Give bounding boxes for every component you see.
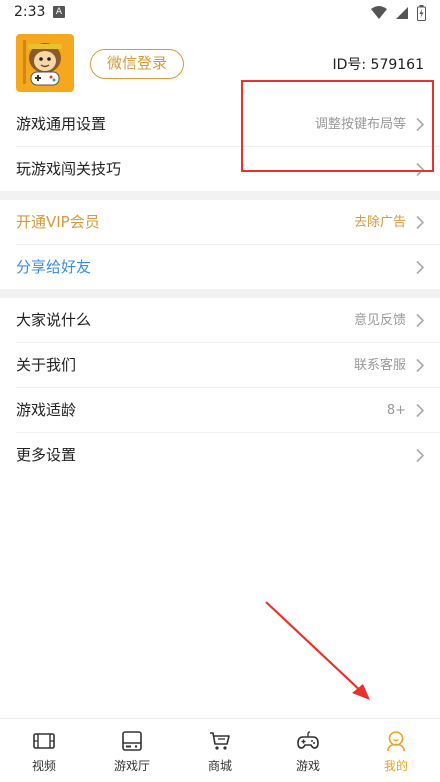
video-icon bbox=[33, 733, 55, 749]
menu-item-label: 游戏适龄 bbox=[16, 401, 77, 419]
avatar[interactable] bbox=[16, 34, 74, 92]
menu-item-game-tips[interactable]: 玩游戏闯关技巧 bbox=[0, 147, 440, 192]
signal-icon bbox=[396, 7, 408, 19]
menu-item-value: 8+ bbox=[386, 403, 406, 418]
tab-games[interactable]: 游戏 bbox=[264, 719, 352, 782]
battery-icon bbox=[417, 5, 426, 21]
wifi-icon bbox=[371, 6, 387, 19]
chevron-right-icon bbox=[416, 358, 425, 373]
section-gap bbox=[0, 191, 440, 200]
user-id: ID号: 579161 bbox=[332, 54, 424, 74]
chevron-right-icon bbox=[416, 448, 425, 463]
tab-mine[interactable]: 我的 bbox=[352, 719, 440, 782]
status-time: 2:33 bbox=[14, 4, 46, 20]
tab-shop[interactable]: 商城 bbox=[176, 719, 264, 782]
tab-label: 游戏厅 bbox=[113, 759, 150, 773]
status-icons bbox=[371, 4, 426, 22]
status-bar: 2:33 A bbox=[0, 0, 440, 26]
annotation-arrow-icon bbox=[265, 601, 370, 700]
chevron-right-icon bbox=[416, 117, 425, 132]
tab-label: 商城 bbox=[207, 759, 232, 773]
notification-a-icon: A bbox=[53, 6, 65, 18]
menu-item-vip[interactable]: 开通VIP会员 去除广告 bbox=[0, 200, 440, 245]
menu-item-label: 分享给好友 bbox=[16, 258, 92, 276]
chevron-right-icon bbox=[416, 162, 425, 177]
cart-icon bbox=[210, 732, 230, 750]
gamepad-icon bbox=[297, 731, 319, 749]
bottom-tab-bar: 视频 游戏厅 商城 游戏 我的 bbox=[0, 718, 440, 782]
menu-item-label: 关于我们 bbox=[16, 356, 77, 374]
chevron-right-icon bbox=[416, 313, 425, 328]
chevron-right-icon bbox=[416, 260, 425, 275]
chevron-right-icon bbox=[416, 403, 425, 418]
monkey-avatar-icon bbox=[16, 34, 74, 92]
menu-item-game-settings[interactable]: 游戏通用设置 调整按键布局等 bbox=[0, 102, 440, 147]
profile-header: 微信登录 ID号: 579161 bbox=[0, 26, 440, 102]
user-id-value: 579161 bbox=[370, 57, 424, 73]
tab-arcade[interactable]: 游戏厅 bbox=[88, 719, 176, 782]
section-gap bbox=[0, 289, 440, 298]
wechat-login-button[interactable]: 微信登录 bbox=[90, 49, 184, 79]
menu-item-label: 开通VIP会员 bbox=[16, 213, 100, 231]
chevron-right-icon bbox=[416, 215, 425, 230]
menu-item-label: 玩游戏闯关技巧 bbox=[16, 160, 122, 178]
tab-label: 游戏 bbox=[295, 759, 320, 773]
menu-item-value: 联系客服 bbox=[353, 358, 406, 373]
arcade-icon bbox=[122, 731, 142, 751]
profile-icon bbox=[387, 731, 405, 752]
menu-item-value: 意见反馈 bbox=[353, 313, 406, 328]
menu-item-value: 调整按键布局等 bbox=[314, 117, 406, 132]
tab-video[interactable]: 视频 bbox=[0, 719, 88, 782]
menu-item-value: 去除广告 bbox=[353, 215, 406, 230]
menu-item-label: 大家说什么 bbox=[16, 311, 92, 329]
menu-item-feedback[interactable]: 大家说什么 意见反馈 bbox=[0, 298, 440, 343]
tab-label: 视频 bbox=[31, 759, 56, 773]
menu-item-about[interactable]: 关于我们 联系客服 bbox=[0, 343, 440, 388]
tab-label: 我的 bbox=[383, 759, 408, 773]
menu-item-label: 更多设置 bbox=[16, 446, 77, 464]
menu-item-label: 游戏通用设置 bbox=[16, 115, 107, 133]
menu-item-age-rating[interactable]: 游戏适龄 8+ bbox=[0, 388, 440, 433]
menu-item-share[interactable]: 分享给好友 bbox=[0, 245, 440, 290]
menu-item-more-settings[interactable]: 更多设置 bbox=[0, 433, 440, 478]
user-id-label: ID号: bbox=[332, 57, 371, 73]
